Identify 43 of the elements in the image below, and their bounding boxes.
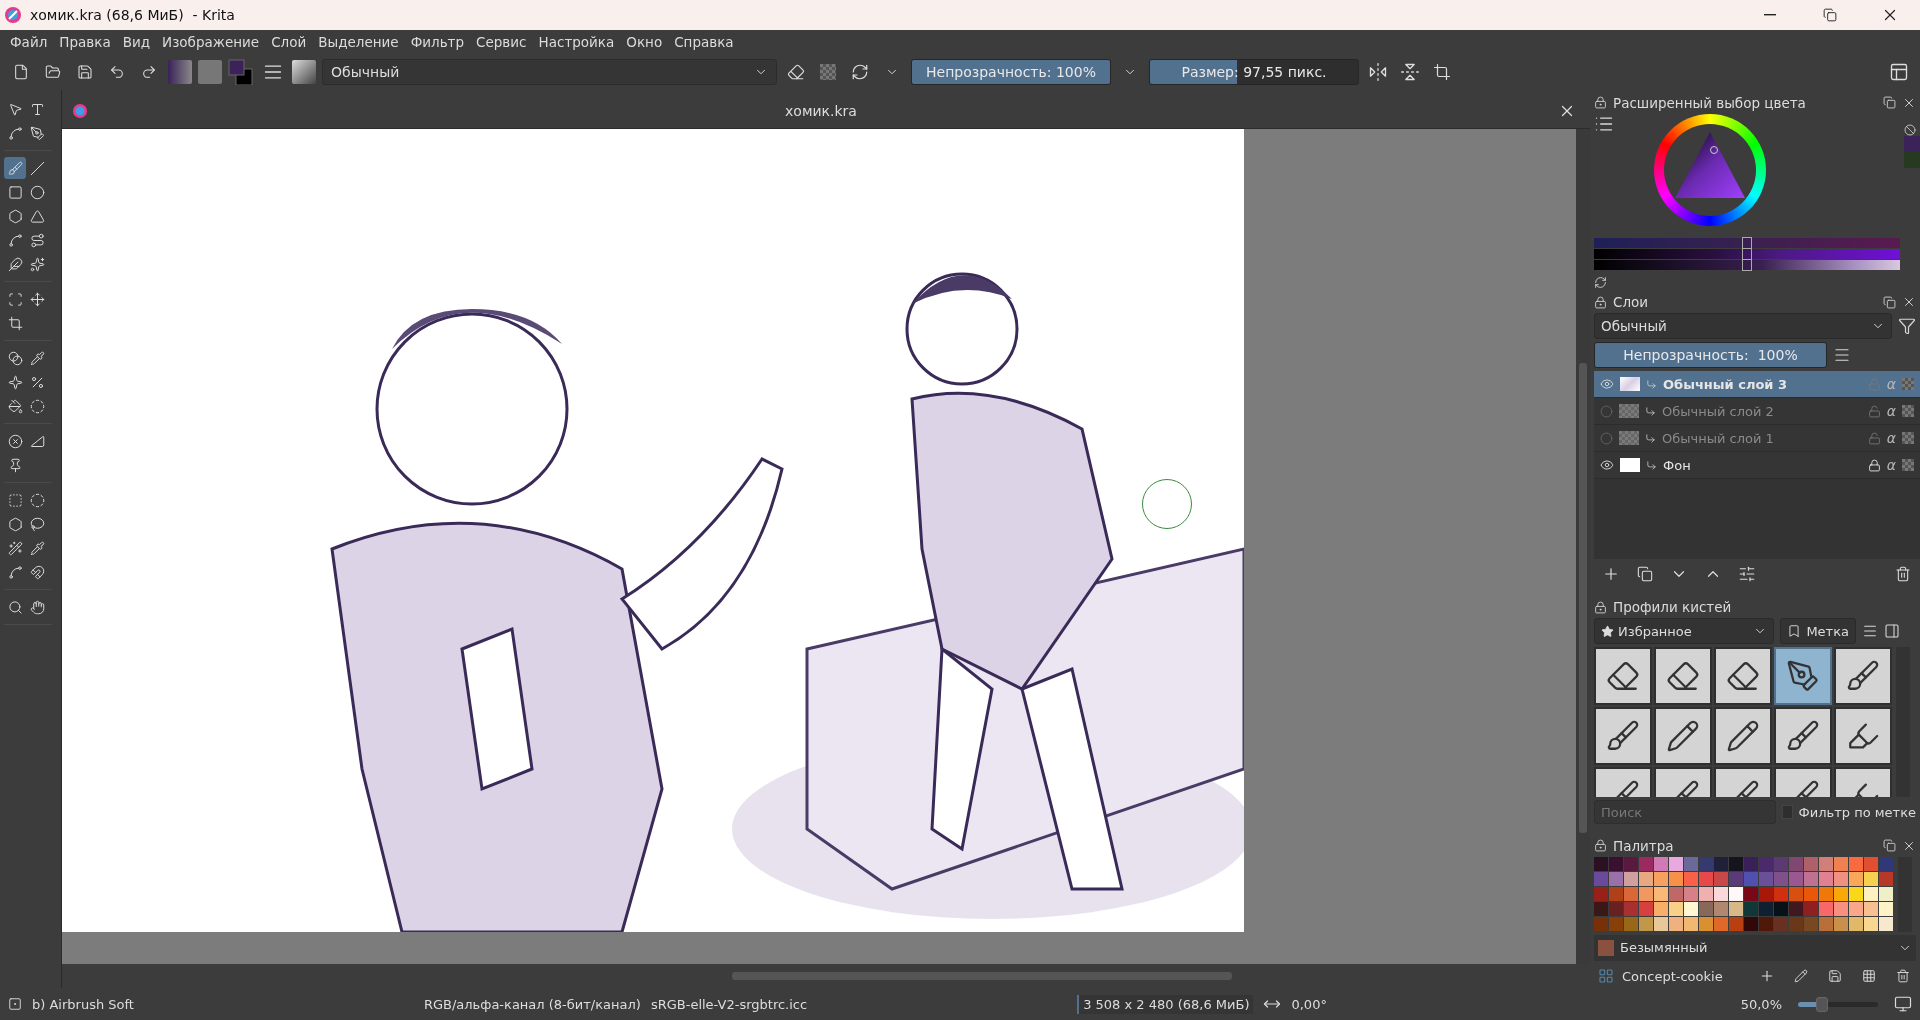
blend-mode-dropdown[interactable]: Обычный [1594,313,1892,339]
alpha-lock-toggle[interactable]: α [1886,403,1896,419]
layer-opacity-slider[interactable]: Непрозрачность: 100% [1594,342,1827,368]
color-profile: sRGB-elle-V2-srgbtrc.icc [650,996,808,1012]
blend-mode-dropdown[interactable]: Обычный [322,58,777,85]
layer-name: Обычный слой 1 [1662,430,1775,446]
menu-item[interactable]: Сервис [470,33,533,50]
layer-name: Фон [1663,457,1692,473]
zoom-value: 50,0% [1740,996,1782,1012]
window-title: хомик.kra (68,6 МиБ) - Krita [30,7,236,23]
opacity-slider[interactable]: Непрозрачность: 100% [911,58,1111,85]
menu-item[interactable]: Выделение [312,33,405,50]
menu-item[interactable]: Фильтр [404,33,471,50]
tag-name: Избранное [1618,623,1692,639]
tag-button[interactable]: Метка [1780,618,1856,645]
menu-item[interactable]: Окно [620,33,669,50]
preset-name: b) Airbrush Soft [32,996,134,1012]
size-slider[interactable]: Размер: 97,55 пикс. [1149,58,1359,85]
panel-title: Расширенный выбор цвета [1613,94,1807,111]
panel-title: Профили кистей [1613,599,1733,616]
menu-item[interactable]: Изображение [156,33,266,50]
menu-item[interactable]: Вид [116,33,157,50]
alpha-lock-toggle[interactable]: α [1886,430,1896,446]
tag-button-label: Метка [1806,623,1849,639]
tag-dropdown[interactable]: Избранное [1594,618,1774,645]
image-size: 3 508 x 2 480 (68,6 МиБ) [1077,994,1254,1014]
alpha-lock-toggle[interactable]: α [1886,457,1896,473]
layer-name: Обычный слой 2 [1662,403,1775,419]
rotation-value: 0,00° [1291,996,1327,1012]
menu-item[interactable]: Правка [53,33,117,50]
menu-item[interactable]: Файл [4,33,54,50]
menu-item[interactable]: Справка [668,33,740,50]
menu-item[interactable]: Слой [265,33,313,50]
palette-name[interactable]: Concept-cookie [1622,968,1746,984]
menu-item[interactable]: Настройка [532,33,621,50]
panel-title: Палитра [1613,837,1675,854]
color-space: RGB/альфа-канал (8-бит/канал) [423,996,641,1012]
search-field[interactable]: Поиск [1594,800,1776,825]
swatch-name: Безымянный [1620,940,1709,956]
document-tab[interactable]: хомик.kra [88,102,1554,119]
checkbox-label: Фильтр по метке [1798,804,1916,820]
layer-name: Обычный слой 3 [1663,376,1789,392]
panel-title: Слои [1613,294,1650,311]
